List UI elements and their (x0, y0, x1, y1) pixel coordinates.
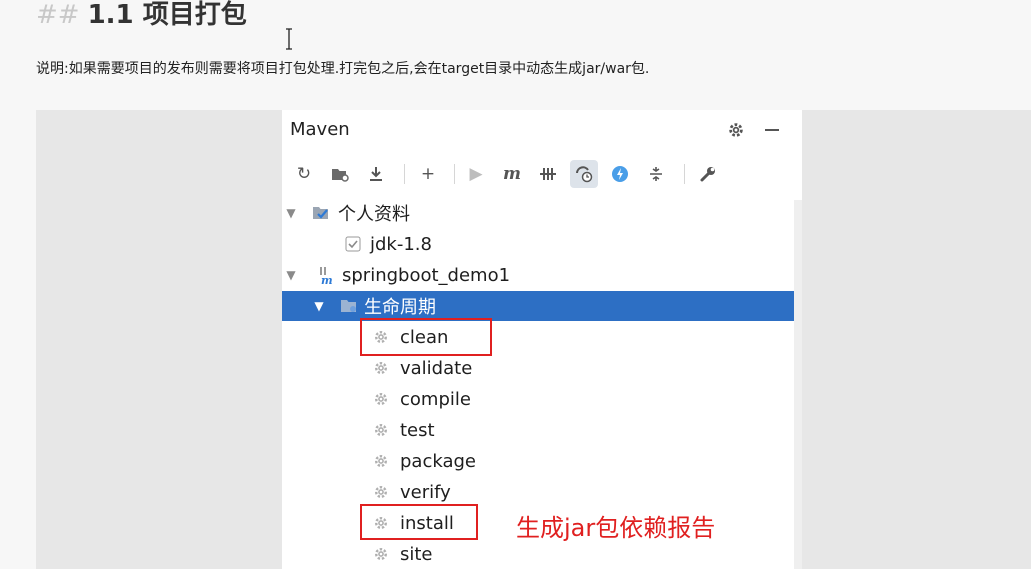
minimize-icon[interactable] (760, 118, 784, 142)
jdk-checkbox[interactable] (344, 235, 362, 253)
run-icon[interactable]: ▶ (462, 160, 490, 188)
screenshot-figure: Maven ↻ + ▶ m ▼ 个人资料 jdk-1.8 ▼ m springb… (36, 110, 1031, 569)
phase-gear-icon (372, 483, 390, 501)
lightning-icon[interactable] (606, 160, 634, 188)
phase-gear-icon (372, 545, 390, 563)
page-heading: ## 1.1 项目打包 (36, 0, 247, 31)
tree-item-label: springboot_demo1 (342, 264, 511, 286)
tree-row-phase-verify[interactable]: verify (282, 477, 800, 507)
text-cursor-icon (286, 28, 292, 50)
tree-item-label: package (400, 450, 476, 472)
tree-item-label: 生命周期 (364, 297, 436, 318)
tree-row-project[interactable]: ▼ m springboot_demo1 (282, 260, 800, 290)
svg-text:m: m (321, 274, 333, 285)
phase-gear-icon (372, 421, 390, 439)
tree-item-label: site (400, 543, 433, 565)
description-text: 说明:如果需要项目的发布则需要将项目打包处理.打完包之后,会在target目录中… (36, 61, 650, 77)
tree-row-phase-test[interactable]: test (282, 415, 800, 445)
collapse-arrow-icon[interactable]: ▼ (312, 299, 326, 313)
add-folder-icon[interactable] (326, 160, 354, 188)
profiles-folder-icon (312, 204, 330, 222)
download-icon[interactable] (362, 160, 390, 188)
add-icon[interactable]: + (414, 160, 442, 188)
maven-toolbar: ↻ + ▶ m (282, 156, 802, 192)
skip-tests-icon[interactable] (534, 160, 562, 188)
highlight-box-clean (360, 318, 492, 356)
collapse-icon[interactable] (642, 160, 670, 188)
tree-row-jdk[interactable]: jdk-1.8 (282, 229, 800, 259)
heading-text: 1.1 项目打包 (87, 0, 247, 30)
reload-icon[interactable]: ↻ (290, 160, 318, 188)
tree-item-label: validate (400, 357, 473, 379)
toolbar-separator (684, 164, 685, 184)
tree-row-phase-compile[interactable]: compile (282, 384, 800, 414)
toolbar-separator (404, 164, 405, 184)
lifecycle-folder-icon (340, 297, 358, 315)
tree-row-lifecycle[interactable]: ▼ 生命周期 (282, 291, 800, 321)
tree-row-phase-site[interactable]: site (282, 539, 800, 569)
toolbar-separator (454, 164, 455, 184)
maven-panel-header: Maven (282, 110, 802, 150)
tree-row-profiles[interactable]: ▼ 个人资料 (282, 198, 800, 228)
tree-row-phase-validate[interactable]: validate (282, 353, 800, 383)
phase-gear-icon (372, 452, 390, 470)
wrench-icon[interactable] (694, 160, 722, 188)
maven-panel-title: Maven (290, 119, 350, 140)
maven-goal-icon[interactable]: m (498, 160, 526, 188)
tree-item-label: compile (400, 388, 471, 410)
tree-item-label: verify (400, 481, 451, 503)
tree-row-phase-package[interactable]: package (282, 446, 800, 476)
collapse-arrow-icon[interactable]: ▼ (284, 268, 298, 282)
annotation-text: 生成jar包依赖报告 (516, 514, 716, 542)
tree-item-label: 个人资料 (338, 204, 410, 225)
highlight-box-install (360, 504, 478, 540)
tree-item-label: jdk-1.8 (370, 233, 432, 255)
phase-gear-icon (372, 390, 390, 408)
offline-icon[interactable] (570, 160, 598, 188)
tree-item-label: test (400, 419, 435, 441)
tree-scrollbar[interactable] (794, 200, 802, 569)
collapse-arrow-icon[interactable]: ▼ (284, 206, 298, 220)
maven-project-icon: m (318, 266, 336, 285)
phase-gear-icon (372, 359, 390, 377)
gear-icon[interactable] (724, 118, 748, 142)
heading-hash: ## (36, 0, 80, 30)
